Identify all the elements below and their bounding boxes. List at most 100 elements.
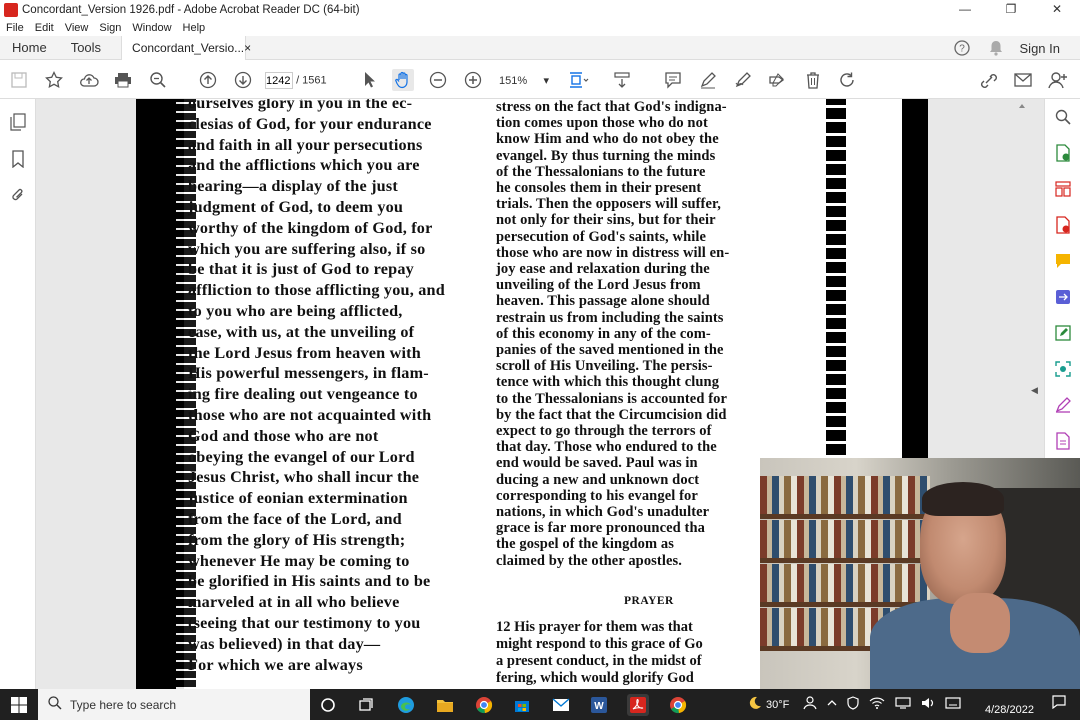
- text-line: grace is far more pronounced tha: [496, 520, 706, 537]
- tab-bar: Home Tools Concordant_Versio... × ? Sign…: [0, 35, 1080, 60]
- zoom-out-icon[interactable]: [427, 69, 449, 91]
- menu-view[interactable]: View: [65, 22, 89, 34]
- mail-icon[interactable]: [550, 694, 572, 716]
- bookmarks-icon[interactable]: [9, 150, 27, 168]
- acrobat-app-icon: [4, 2, 18, 17]
- text-line: panies of the saved mentioned in the: [496, 342, 724, 359]
- network-icon[interactable]: [869, 697, 885, 712]
- notification-center-icon[interactable]: [1052, 695, 1066, 712]
- text-column-left: ourselves glory in you in the ec- clesia…: [188, 99, 445, 675]
- word-icon[interactable]: W: [588, 694, 610, 716]
- text-line: persecution of God's saints, while: [496, 228, 707, 245]
- highlight-pen-icon[interactable]: [697, 69, 719, 91]
- fill-and-sign-icon[interactable]: [1054, 396, 1072, 414]
- previous-page-icon[interactable]: [197, 69, 219, 91]
- close-button[interactable]: ✕: [1034, 0, 1080, 19]
- text-line: (seeing that our testimony to you: [188, 613, 421, 632]
- menu-edit[interactable]: Edit: [35, 22, 54, 34]
- fill-sign-icon[interactable]: [766, 69, 788, 91]
- text-line: obeying the evangel of our Lord: [188, 447, 415, 466]
- text-line: those who are not acquainted with: [188, 405, 432, 424]
- weather-moon-icon[interactable]: [748, 696, 762, 713]
- menu-help[interactable]: Help: [183, 22, 206, 34]
- organize-pages-icon[interactable]: [1054, 180, 1072, 198]
- help-icon[interactable]: ?: [952, 38, 972, 58]
- weather-temperature[interactable]: 30°F: [766, 699, 789, 711]
- menu-window[interactable]: Window: [132, 22, 171, 34]
- tab-tools[interactable]: Tools: [59, 40, 113, 55]
- taskbar-search-box[interactable]: Type here to search: [38, 689, 310, 720]
- text-line: was believed) in that day—: [188, 634, 381, 653]
- text-line: and faith in all your persecutions: [188, 135, 423, 154]
- windows-start-icon[interactable]: [0, 689, 38, 720]
- text-line: restrain us from including the saints: [496, 309, 724, 326]
- select-arrow-icon[interactable]: [358, 69, 380, 91]
- hand-tool-icon[interactable]: [392, 69, 414, 91]
- email-icon[interactable]: [1012, 69, 1034, 91]
- text-line: ducing a new and unknown doct: [496, 471, 700, 488]
- text-line: of this economy in any of the com-: [496, 325, 711, 342]
- text-line: trials. Then the opposers will suffer,: [496, 196, 721, 213]
- tab-home[interactable]: Home: [0, 40, 59, 55]
- combine-files-icon[interactable]: [1054, 288, 1072, 306]
- page-number-input[interactable]: [265, 72, 293, 89]
- keyboard-icon[interactable]: [945, 697, 961, 712]
- more-tools-icon[interactable]: [1054, 432, 1072, 450]
- menu-file[interactable]: File: [6, 22, 24, 34]
- export-pdf-icon[interactable]: [1054, 144, 1072, 162]
- microsoft-store-icon[interactable]: [511, 694, 533, 716]
- fit-page-icon[interactable]: [568, 69, 590, 91]
- svg-text:W: W: [594, 701, 604, 712]
- file-explorer-icon[interactable]: [434, 694, 456, 716]
- minimize-button[interactable]: —: [942, 0, 988, 19]
- scan-ocr-icon[interactable]: [1054, 360, 1072, 378]
- upload-cloud-icon[interactable]: [78, 69, 100, 91]
- comment-icon[interactable]: [662, 69, 684, 91]
- search-icon[interactable]: [1054, 108, 1072, 126]
- edit-pdf-icon[interactable]: [1054, 324, 1072, 342]
- volume-icon[interactable]: [921, 697, 935, 712]
- system-clock[interactable]: 4/28/2022: [985, 692, 1034, 716]
- text-line: might respond to this grace of Go: [496, 636, 703, 652]
- collapse-right-panel-icon[interactable]: ◀: [1031, 385, 1038, 396]
- link-icon[interactable]: [977, 69, 999, 91]
- zoom-in-icon[interactable]: [462, 69, 484, 91]
- cortana-icon[interactable]: [317, 694, 339, 716]
- tab-document[interactable]: Concordant_Versio... ×: [121, 35, 251, 60]
- chrome-profile-icon[interactable]: [667, 694, 689, 716]
- acrobat-taskbar-icon[interactable]: [627, 694, 649, 716]
- maximize-button[interactable]: ❐: [988, 0, 1034, 19]
- menu-sign[interactable]: Sign: [99, 22, 121, 34]
- person-hair: [922, 482, 1004, 516]
- print-icon[interactable]: [112, 69, 134, 91]
- sign-in-button[interactable]: Sign In: [1020, 41, 1060, 56]
- text-line: from the face of the Lord, and: [188, 509, 402, 528]
- notification-bell-icon[interactable]: [986, 38, 1006, 58]
- chrome-icon[interactable]: [473, 694, 495, 716]
- security-icon[interactable]: [847, 696, 859, 713]
- add-user-icon[interactable]: [1047, 69, 1069, 91]
- edge-browser-icon[interactable]: [395, 694, 417, 716]
- draw-freehand-icon[interactable]: [732, 69, 754, 91]
- save-icon[interactable]: [8, 69, 30, 91]
- next-page-icon[interactable]: [232, 69, 254, 91]
- bookmark-star-icon[interactable]: [43, 69, 65, 91]
- text-line: to the Thessalonians is accounted for: [496, 390, 728, 407]
- chevron-up-icon[interactable]: [827, 698, 837, 711]
- task-view-icon[interactable]: [355, 694, 377, 716]
- attachment-paperclip-icon[interactable]: [9, 186, 27, 204]
- delete-trash-icon[interactable]: [802, 69, 824, 91]
- zoom-level-select[interactable]: 151% ▾: [499, 72, 549, 89]
- display-icon[interactable]: [895, 697, 911, 712]
- scrolling-mode-icon[interactable]: [611, 69, 633, 91]
- create-pdf-icon[interactable]: [1054, 216, 1072, 234]
- text-column-right: stress on the fact that God's indigna- t…: [496, 99, 729, 569]
- rotate-icon[interactable]: [836, 69, 858, 91]
- tab-close-icon[interactable]: ×: [244, 41, 251, 55]
- page-thumbnails-icon[interactable]: [9, 113, 27, 131]
- text-line: those who are now in distress will en-: [496, 244, 730, 261]
- people-icon[interactable]: [803, 696, 817, 713]
- comment-note-icon[interactable]: [1054, 252, 1072, 270]
- zoom-search-icon[interactable]: [147, 69, 169, 91]
- window-controls: — ❐ ✕: [942, 0, 1080, 19]
